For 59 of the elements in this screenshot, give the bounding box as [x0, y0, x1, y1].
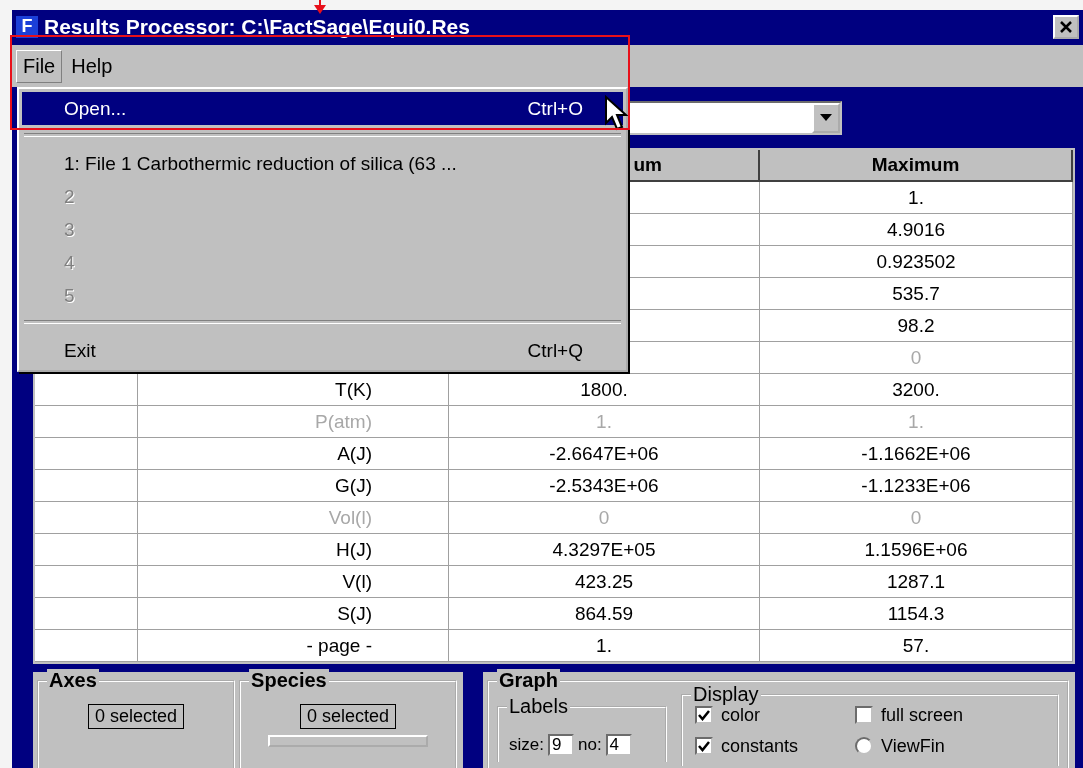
table-cell: 0	[760, 342, 1073, 374]
radio-button[interactable]	[855, 737, 873, 755]
dropdown-arrow-icon[interactable]	[820, 114, 832, 121]
table-cell: -1.1233E+06	[760, 470, 1073, 502]
selection-count: 0 selected	[88, 704, 185, 729]
table-cell: H(J)	[138, 534, 449, 566]
checkbox[interactable]	[695, 706, 713, 724]
group-title: Species	[249, 669, 329, 692]
app-logo-icon: F	[16, 15, 38, 38]
table-cell: S(J)	[138, 598, 449, 630]
menu-item[interactable]: Exit Ctrl+Q	[22, 334, 623, 367]
table-cell: 4.3297E+05	[449, 534, 760, 566]
table-cell: A(J)	[138, 438, 449, 470]
table-cell: -1.1662E+06	[760, 438, 1073, 470]
table-cell: P(atm)	[138, 406, 449, 438]
table-cell: 0	[449, 502, 760, 534]
field-label: no:	[577, 735, 602, 755]
table-cell: 57.	[760, 630, 1073, 662]
table-cell: Vol(l)	[138, 502, 449, 534]
window-title: Results Processor: C:\FactSage\Equi0.Res	[44, 14, 471, 39]
table-cell: V(l)	[138, 566, 449, 598]
checkbox[interactable]	[695, 737, 713, 755]
group-title: Graph	[497, 669, 560, 692]
close-icon[interactable]	[1059, 19, 1073, 34]
table-cell: 535.7	[760, 278, 1073, 310]
table-cell: G(J)	[138, 470, 449, 502]
table-cell: 98.2	[760, 310, 1073, 342]
table-cell: -2.6647E+06	[449, 438, 760, 470]
option-label: full screen	[881, 704, 964, 726]
table-cell: - page -	[138, 630, 449, 662]
table-cell: 423.25	[449, 566, 760, 598]
table-cell: 1.1596E+06	[760, 534, 1073, 566]
table-cell: 1.	[449, 406, 760, 438]
table-cell: 1.	[449, 630, 760, 662]
table-cell: 1.	[760, 406, 1073, 438]
group-title: Display	[691, 683, 761, 706]
table-cell: 0.923502	[760, 246, 1073, 278]
table-cell: 1154.3	[760, 598, 1073, 630]
close-button[interactable]	[1053, 14, 1079, 39]
field-label: size:	[509, 735, 544, 755]
option-label: color	[721, 704, 760, 726]
selection-count: 0 selected	[300, 704, 397, 729]
size-field[interactable]: 9	[547, 734, 574, 756]
table-cell: 1287.1	[760, 566, 1073, 598]
checkbox[interactable]	[855, 706, 873, 724]
table-cell: 0	[760, 502, 1073, 534]
table-cell: 864.59	[449, 598, 760, 630]
column-header: Maximum	[760, 150, 1073, 182]
menu-item[interactable]: Help	[64, 49, 120, 83]
table-cell: 3200.	[760, 374, 1073, 406]
table-cell: 4.9016	[760, 214, 1073, 246]
menu-item[interactable]: Open... Ctrl+O	[22, 92, 623, 125]
option-label: ViewFin	[881, 735, 945, 757]
option-label: constants	[721, 735, 799, 757]
number-field[interactable]: 4	[605, 734, 632, 756]
annotation-arrow	[313, 0, 327, 14]
table-cell: -2.5343E+06	[449, 470, 760, 502]
menu-item[interactable]: File	[16, 49, 63, 83]
table-cell: 1.	[760, 182, 1073, 214]
